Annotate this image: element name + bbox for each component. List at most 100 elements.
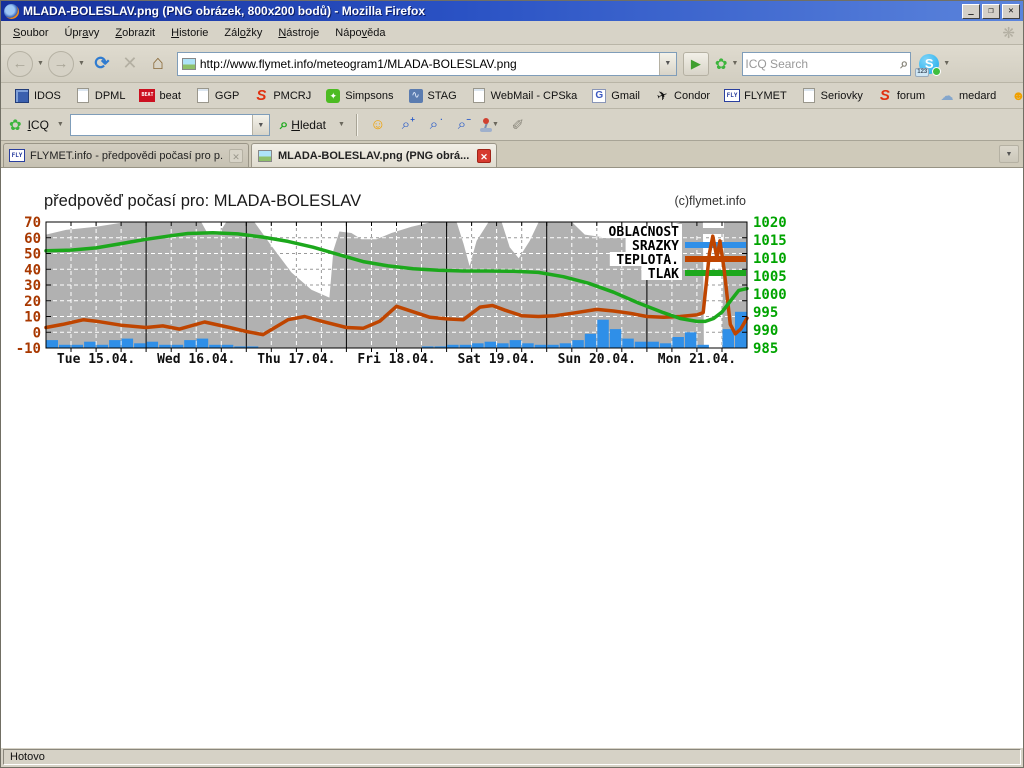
back-button[interactable]: ← (7, 51, 33, 77)
skype-dropdown-icon[interactable]: ▼ (941, 60, 952, 67)
bookmark-label: Condor (674, 90, 710, 102)
bookmark-forum[interactable]: Sforum (870, 86, 932, 106)
bookmark-stag[interactable]: ∿STAG (401, 86, 464, 106)
hledat-dropdown-icon[interactable]: ▼ (336, 121, 347, 128)
icq-menu-dropdown-icon[interactable]: ▼ (55, 121, 66, 128)
throbber-icon: ❋ (1002, 24, 1015, 42)
stag-icon: ∿ (408, 88, 424, 104)
meteogram-svg: předpověď počasí pro: MLADA-BOLESLAV(c)f… (1, 179, 801, 383)
bookmark-label: Gmail (611, 90, 640, 102)
bookmark-gmail[interactable]: GGmail (584, 86, 647, 106)
icq-menu-button[interactable]: ICQ (26, 118, 51, 132)
icq-combo-dropdown-icon[interactable]: ▼ (252, 115, 269, 135)
menu-item-3[interactable]: Historie (163, 24, 216, 42)
bookmark-idos[interactable]: IDOS (7, 86, 68, 106)
right-axis-label: 1020 (753, 215, 787, 231)
zoom-actual-icon[interactable]: ⌕ (423, 114, 445, 136)
home-button[interactable]: ⌂ (145, 51, 171, 77)
search-magnifier-icon[interactable]: ⌕ (900, 55, 908, 72)
tab-close-icon[interactable]: ✕ (229, 149, 243, 163)
page-content: předpověď počasí pro: MLADA-BOLESLAV(c)f… (1, 168, 1023, 747)
left-axis-label: 50 (24, 247, 41, 263)
bookmark-opravar-[interactable]: ☻opravar:-) (1003, 86, 1023, 106)
bookmark-flymet[interactable]: FLYFLYMET (717, 86, 794, 106)
games-icon[interactable]: ▼ (479, 114, 501, 136)
left-axis-label: 70 (24, 215, 41, 231)
go-button[interactable]: ▶ (683, 52, 709, 76)
menu-item-1[interactable]: Úpravy (56, 24, 107, 42)
tab-close-icon[interactable]: ✕ (477, 149, 491, 163)
icq-search-dropdown-icon[interactable]: ▼ (729, 60, 740, 67)
emotions-icon[interactable]: ☺ (367, 114, 389, 136)
page-icon (801, 88, 817, 104)
zoom-in-icon[interactable]: ⌕ (395, 114, 417, 136)
tab-mlada-boleslav-png[interactable]: MLADA-BOLESLAV.png (PNG obrá... ✕ (251, 143, 497, 167)
simpsons-icon: ✦ (325, 88, 341, 104)
menu-item-6[interactable]: Nápověda (327, 24, 393, 42)
bookmark-dpml[interactable]: DPML (68, 86, 133, 106)
tab-list-dropdown-icon[interactable]: ▼ (999, 145, 1019, 163)
bookmark-beat[interactable]: BEATbeat (132, 86, 187, 106)
bookmark-simpsons[interactable]: ✦Simpsons (318, 86, 400, 106)
zoom-out-icon[interactable]: ⌕ (451, 114, 473, 136)
bookmark-label: PMCRJ (273, 90, 311, 102)
right-axis-label: 995 (753, 305, 778, 321)
hledat-label: Hledat (291, 118, 326, 132)
chart-copyright: (c)flymet.info (674, 194, 746, 208)
menu-item-2[interactable]: Zobrazit (107, 24, 163, 42)
left-axis-label: 20 (24, 294, 41, 310)
icq-search-combobox: ▼ (70, 114, 270, 136)
restore-button[interactable]: ❐ (982, 4, 1000, 19)
bookmark-label: DPML (95, 90, 126, 102)
skype-icon[interactable]: S (919, 54, 939, 74)
tab-flymet-info[interactable]: FLY FLYMET.info - předpovědi počasí pro … (3, 143, 249, 167)
menu-item-5[interactable]: Nástroje (270, 24, 327, 42)
close-button[interactable]: ✕ (1002, 4, 1020, 19)
location-bar: ▼ (177, 52, 677, 76)
window-title: MLADA-BOLESLAV.png (PNG obrázek, 800x200… (23, 4, 960, 18)
reload-button[interactable]: ⟳ (89, 51, 115, 77)
right-axis-label: 985 (753, 341, 778, 357)
bookmark-webmail-cpska[interactable]: WebMail - CPSka (464, 86, 585, 106)
left-axis-label: 30 (24, 278, 41, 294)
search-input[interactable] (745, 57, 900, 71)
icq-flower-icon[interactable]: ✿ (715, 55, 728, 73)
icq-search-input[interactable] (71, 118, 252, 132)
seznam-icon: S (253, 88, 269, 104)
bookmark-ggp[interactable]: GGP (188, 86, 246, 106)
status-bar: Hotovo (1, 747, 1023, 767)
url-history-dropdown-icon[interactable]: ▼ (659, 53, 676, 75)
right-axis-label: 1010 (753, 251, 787, 267)
menu-item-4[interactable]: Záložky (216, 24, 270, 42)
bookmark-pmcrj[interactable]: S PMCRJ (246, 86, 318, 106)
bookmark-label: forum (897, 90, 925, 102)
right-axis-label: 1000 (753, 287, 787, 303)
x-axis-day-label: Sat 19.04. (458, 352, 536, 367)
menu-item-0[interactable]: Soubor (5, 24, 56, 42)
bookmark-medard[interactable]: ☁medard (932, 86, 1003, 106)
x-axis-day-label: Tue 15.04. (57, 352, 135, 367)
bookmark-label: FLYMET (744, 90, 787, 102)
icq-toolbar: ✿ ICQ ▼ ▼ ⌕ Hledat ▼ ☺⌕⌕⌕▼✐ (1, 109, 1023, 141)
eraser-icon[interactable]: ✐ (507, 114, 529, 136)
image-favicon (257, 148, 273, 164)
forward-button[interactable]: → (48, 51, 74, 77)
bookmark-seriovky[interactable]: Seriovky (794, 86, 870, 106)
right-axis-label: 1005 (753, 269, 787, 285)
search-bar: ⌕ (742, 52, 911, 76)
status-text: Hotovo (3, 749, 1021, 765)
url-input[interactable] (200, 57, 659, 71)
seznam-icon: S (877, 88, 893, 104)
svg-text:TEPLOTA.: TEPLOTA. (616, 253, 679, 268)
left-axis-label: 0 (33, 325, 41, 341)
minimize-button[interactable]: _ (962, 4, 980, 19)
svg-text:OBLACNOST: OBLACNOST (609, 225, 680, 240)
hledat-magnifier-icon: ⌕ (280, 116, 288, 133)
bookmark-condor[interactable]: ✈Condor (647, 86, 717, 106)
title-bar[interactable]: MLADA-BOLESLAV.png (PNG obrázek, 800x200… (1, 1, 1023, 21)
hledat-search-button[interactable]: ⌕ Hledat (274, 114, 332, 135)
back-dropdown-icon[interactable]: ▼ (35, 60, 46, 67)
meteogram-image: předpověď počasí pro: MLADA-BOLESLAV(c)f… (1, 179, 801, 383)
stop-button[interactable]: ✕ (117, 51, 143, 77)
forward-dropdown-icon[interactable]: ▼ (76, 60, 87, 67)
